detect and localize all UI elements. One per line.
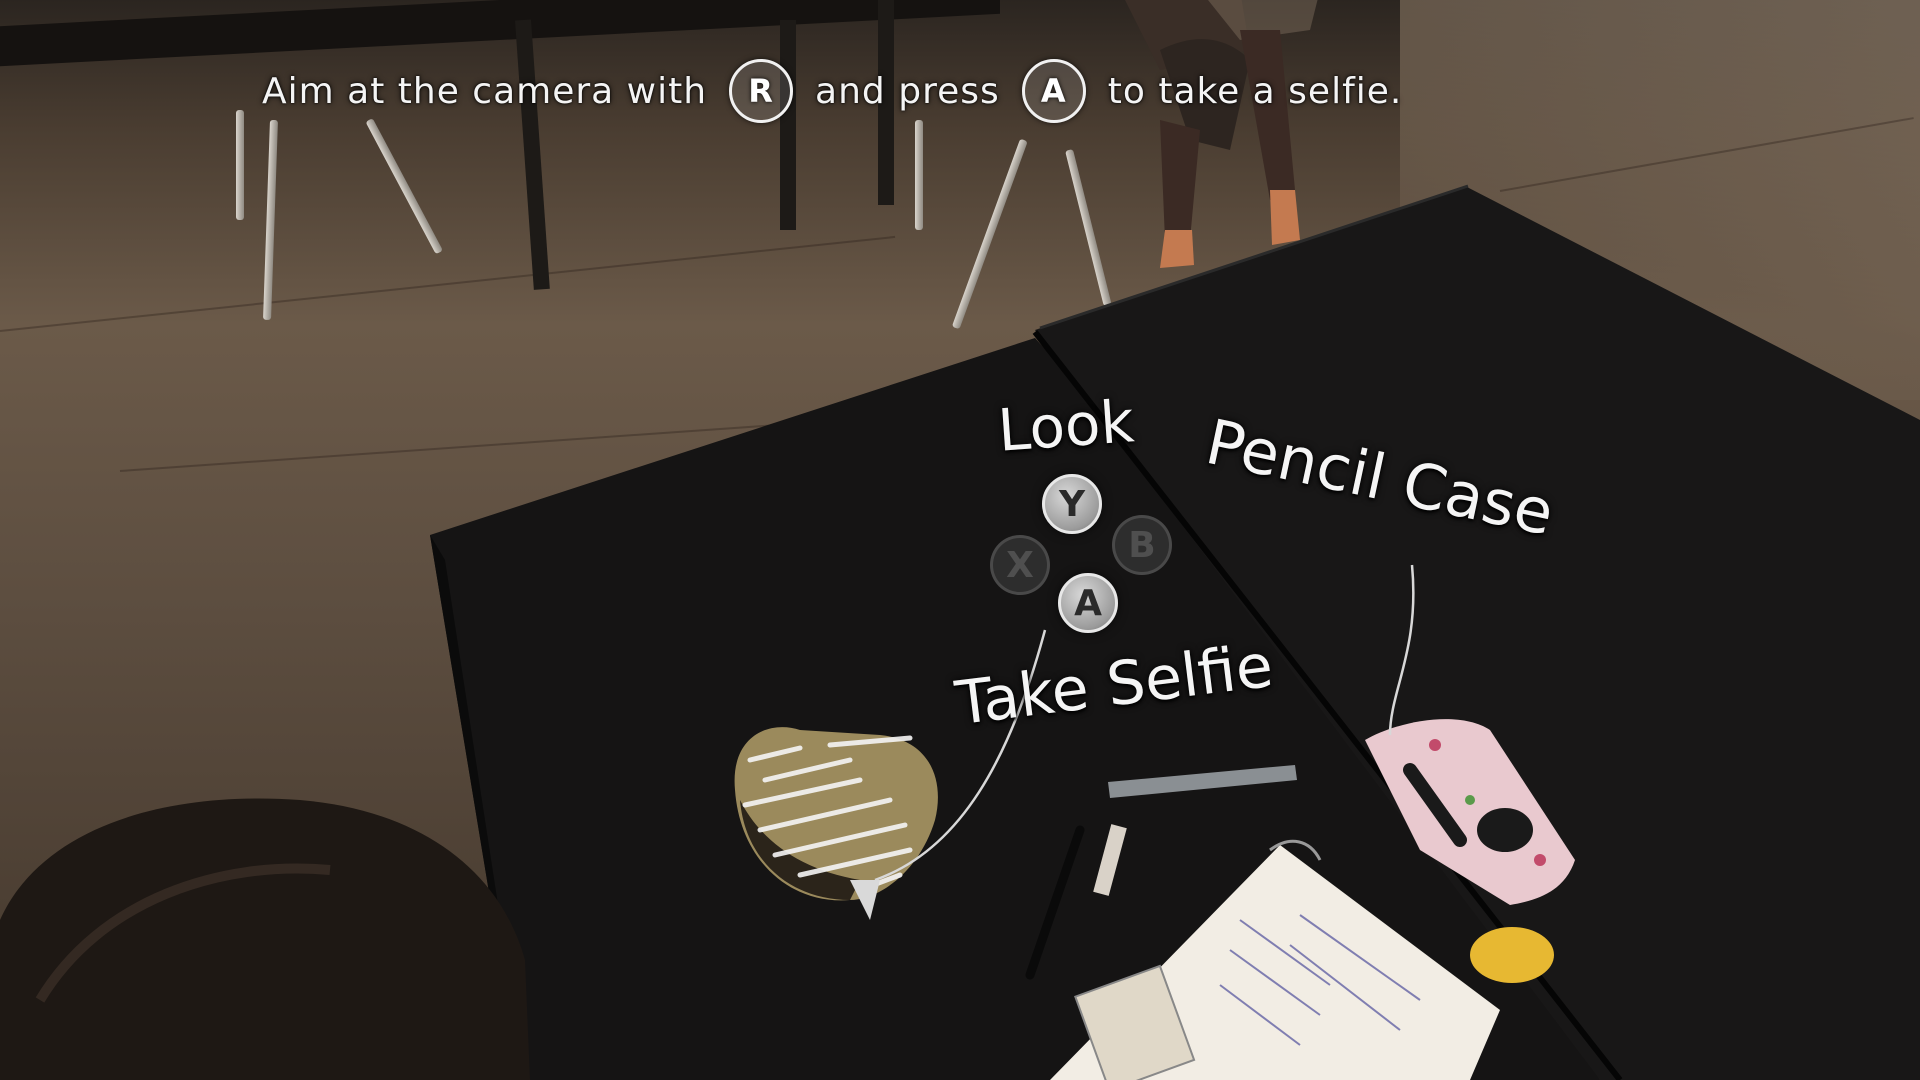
- yellow-toy: [1470, 927, 1554, 983]
- game-scene: Aim at the camera with R and press A to …: [0, 0, 1920, 1080]
- hint-prefix: Aim at the camera with: [262, 70, 708, 112]
- look-label[interactable]: Look: [996, 387, 1136, 464]
- hint-middle: and press: [815, 70, 1000, 112]
- r-stick-button-icon: R: [729, 59, 794, 123]
- desk-and-props: [0, 184, 1920, 1080]
- hint-suffix: to take a selfie.: [1107, 70, 1403, 112]
- wheel-x-button: X: [990, 535, 1050, 595]
- control-hint: Aim at the camera with R and press A to …: [262, 59, 1403, 123]
- player-head: [0, 798, 530, 1080]
- a-button-icon: A: [1021, 59, 1086, 123]
- wheel-b-button: B: [1112, 515, 1172, 575]
- wheel-y-button[interactable]: Y: [1042, 474, 1102, 534]
- wheel-a-button[interactable]: A: [1058, 573, 1118, 633]
